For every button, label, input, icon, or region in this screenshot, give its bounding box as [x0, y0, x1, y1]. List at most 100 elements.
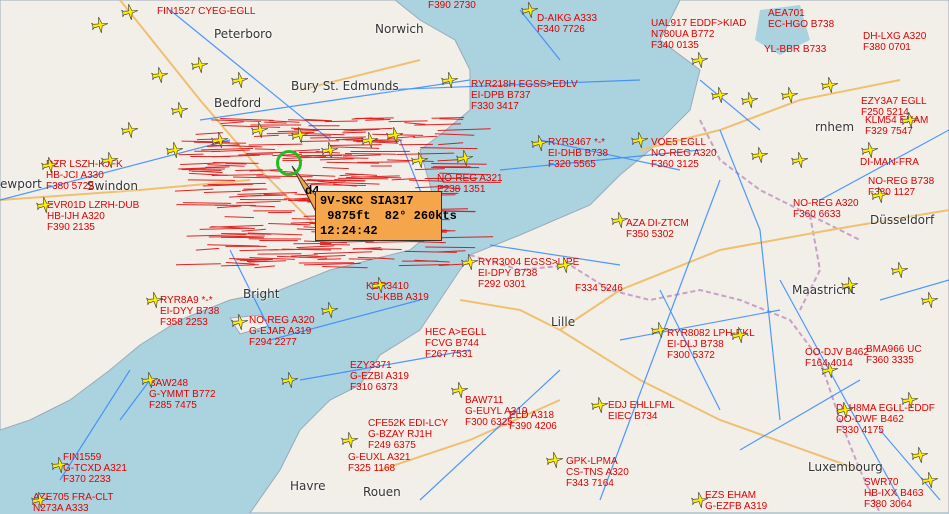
aircraft-marker-icon[interactable] — [141, 371, 159, 389]
selected-aircraft-tooltip: 9V-SKC SIA317 9875ft 82° 260kts 12:24:42 — [315, 191, 442, 241]
aircraft-label[interactable]: D-AIKG A333 F340 7726 — [537, 13, 597, 35]
aircraft-label[interactable]: RYR218H EGSS>EDLV EI-DPB B737 F330 3417 — [471, 79, 578, 112]
aircraft-label[interactable]: AEA701 EC-HGO B738 — [768, 8, 834, 30]
aircraft-label[interactable]: DH-LXG A320 F380 0701 — [863, 31, 926, 53]
city-label-luxembourg: Luxembourg — [808, 460, 883, 474]
tooltip-callsign: 9V-SKC SIA317 — [320, 194, 437, 209]
aircraft-marker-icon[interactable] — [251, 121, 269, 139]
aircraft-label[interactable]: RYR3467 *-* EI-DHB B738 F320 5565 — [548, 137, 608, 170]
aircraft-marker-icon[interactable] — [861, 141, 879, 159]
aircraft-label[interactable]: EZY3371 G-EZBI A319 F310 6373 — [350, 360, 409, 393]
aircraft-marker-icon[interactable] — [546, 451, 564, 469]
aircraft-label[interactable]: FIN1559 G-TCXD A321 F370 2233 — [63, 452, 127, 485]
aircraft-marker-icon[interactable] — [921, 471, 939, 489]
aircraft-marker-icon[interactable] — [691, 51, 709, 69]
aircraft-marker-icon[interactable] — [901, 111, 919, 129]
aircraft-label[interactable]: HEC A>EGLL FCVG B744 F267 7531 — [425, 327, 486, 360]
aircraft-marker-icon[interactable] — [871, 186, 889, 204]
city-label-bedford: Bedford — [214, 96, 261, 110]
aircraft-marker-icon[interactable] — [281, 371, 299, 389]
city-label-bright: Bright — [243, 287, 279, 301]
aircraft-marker-icon[interactable] — [321, 301, 339, 319]
aircraft-marker-icon[interactable] — [211, 131, 229, 149]
aircraft-marker-icon[interactable] — [791, 151, 809, 169]
aircraft-marker-icon[interactable] — [171, 101, 189, 119]
aircraft-marker-icon[interactable] — [91, 16, 109, 34]
aircraft-label[interactable]: F390 2730 — [428, 0, 476, 11]
aircraft-marker-icon[interactable] — [531, 134, 549, 152]
aircraft-marker-icon[interactable] — [461, 253, 479, 271]
aircraft-marker-icon[interactable] — [451, 381, 469, 399]
aircraft-label[interactable]: VOE5 EGLL NO-REG A320 F360 3125 — [651, 137, 717, 170]
aircraft-label[interactable]: F334 5246 — [575, 283, 623, 294]
aircraft-marker-icon[interactable] — [921, 291, 939, 309]
aircraft-marker-icon[interactable] — [41, 156, 59, 174]
aircraft-marker-icon[interactable] — [341, 431, 359, 449]
aircraft-label[interactable]: ELD A318 F390 4206 — [509, 410, 557, 432]
tooltip-time: 12:24:42 — [320, 224, 437, 239]
aircraft-marker-icon[interactable] — [231, 313, 249, 331]
aircraft-label[interactable]: AZA DI-ZTCM F350 5302 — [626, 218, 689, 240]
aircraft-marker-icon[interactable] — [191, 56, 209, 74]
aircraft-label[interactable]: CFE52K EDI-LCY G-BZAY RJ1H F249 6375 — [368, 418, 448, 451]
aircraft-marker-icon[interactable] — [166, 141, 184, 159]
aircraft-marker-icon[interactable] — [836, 401, 854, 419]
aircraft-label[interactable]: YL-BBR B733 — [764, 44, 826, 55]
aircraft-label[interactable]: SWR70 HB-IXX B463 F380 3064 — [864, 477, 923, 510]
aircraft-label[interactable]: BMA966 UC F360 3335 — [866, 344, 922, 366]
aircraft-marker-icon[interactable] — [121, 121, 139, 139]
aircraft-label[interactable]: NO-REG A321 E238 1351 — [437, 173, 503, 195]
aircraft-label[interactable]: EDJ EHLLFML EIEC B734 — [608, 400, 675, 422]
aircraft-marker-icon[interactable] — [651, 321, 669, 339]
aircraft-marker-icon[interactable] — [521, 1, 539, 19]
aircraft-marker-icon[interactable] — [821, 76, 839, 94]
tooltip-altitude-heading-speed: 9875ft 82° 260kts — [320, 209, 437, 224]
aircraft-label[interactable]: RYR8A9 *-* EI-DYY B738 F358 2253 — [160, 295, 219, 328]
aircraft-marker-icon[interactable] — [291, 126, 309, 144]
aircraft-marker-icon[interactable] — [101, 151, 119, 169]
aircraft-label[interactable]: EVR01D LZRH-DUB HB-IJH A320 F390 2135 — [47, 200, 139, 233]
aircraft-marker-icon[interactable] — [456, 149, 474, 167]
aircraft-marker-icon[interactable] — [151, 66, 169, 84]
aircraft-marker-icon[interactable] — [631, 131, 649, 149]
aircraft-label[interactable]: NO-REG A320 F360 6633 — [793, 198, 859, 220]
aircraft-marker-icon[interactable] — [821, 361, 839, 379]
city-label-havre: Havre — [290, 479, 326, 493]
aircraft-marker-icon[interactable] — [711, 86, 729, 104]
city-label-norwich: Norwich — [375, 22, 424, 36]
city-label-dusseldorf: Düsseldorf — [870, 213, 934, 227]
aircraft-marker-icon[interactable] — [611, 211, 629, 229]
aircraft-label[interactable]: UAL917 EDDF>KIAD N780UA B772 F340 0135 — [651, 18, 746, 51]
aircraft-marker-icon[interactable] — [51, 456, 69, 474]
aircraft-marker-icon[interactable] — [146, 291, 164, 309]
aircraft-label[interactable]: G-EUXL A321 F325 1168 — [348, 452, 410, 474]
aircraft-marker-icon[interactable] — [321, 141, 339, 159]
aircraft-label[interactable]: FIN1527 CYEG-EGLL — [157, 6, 255, 17]
aircraft-label[interactable]: NO-REG A320 G-EJAR A319 F294 2277 — [249, 315, 315, 348]
aircraft-label[interactable]: GPK-LPMA CS-TNS A320 F343 7164 — [566, 456, 629, 489]
aircraft-marker-icon[interactable] — [556, 256, 574, 274]
aircraft-marker-icon[interactable] — [386, 126, 404, 144]
aircraft-marker-icon[interactable] — [371, 276, 389, 294]
aircraft-marker-icon[interactable] — [31, 491, 49, 509]
aircraft-marker-icon[interactable] — [731, 326, 749, 344]
aircraft-marker-icon[interactable] — [231, 71, 249, 89]
city-label-lille: Lille — [551, 315, 575, 329]
aircraft-marker-icon[interactable] — [36, 196, 54, 214]
aircraft-marker-icon[interactable] — [361, 131, 379, 149]
aircraft-marker-icon[interactable] — [691, 491, 709, 509]
aircraft-marker-icon[interactable] — [841, 276, 859, 294]
aircraft-label[interactable]: EZS EHAM G-EZFB A319 — [705, 490, 767, 512]
city-label-arnhem: rnhem — [815, 120, 854, 134]
aircraft-marker-icon[interactable] — [751, 146, 769, 164]
aircraft-marker-icon[interactable] — [901, 391, 919, 409]
selected-aircraft-ring[interactable] — [276, 150, 302, 176]
aircraft-marker-icon[interactable] — [741, 91, 759, 109]
aircraft-marker-icon[interactable] — [911, 446, 929, 464]
aircraft-marker-icon[interactable] — [781, 86, 799, 104]
aircraft-marker-icon[interactable] — [591, 396, 609, 414]
aircraft-marker-icon[interactable] — [891, 261, 909, 279]
aircraft-marker-icon[interactable] — [121, 3, 139, 21]
aircraft-marker-icon[interactable] — [411, 151, 429, 169]
aircraft-marker-icon[interactable] — [441, 71, 459, 89]
